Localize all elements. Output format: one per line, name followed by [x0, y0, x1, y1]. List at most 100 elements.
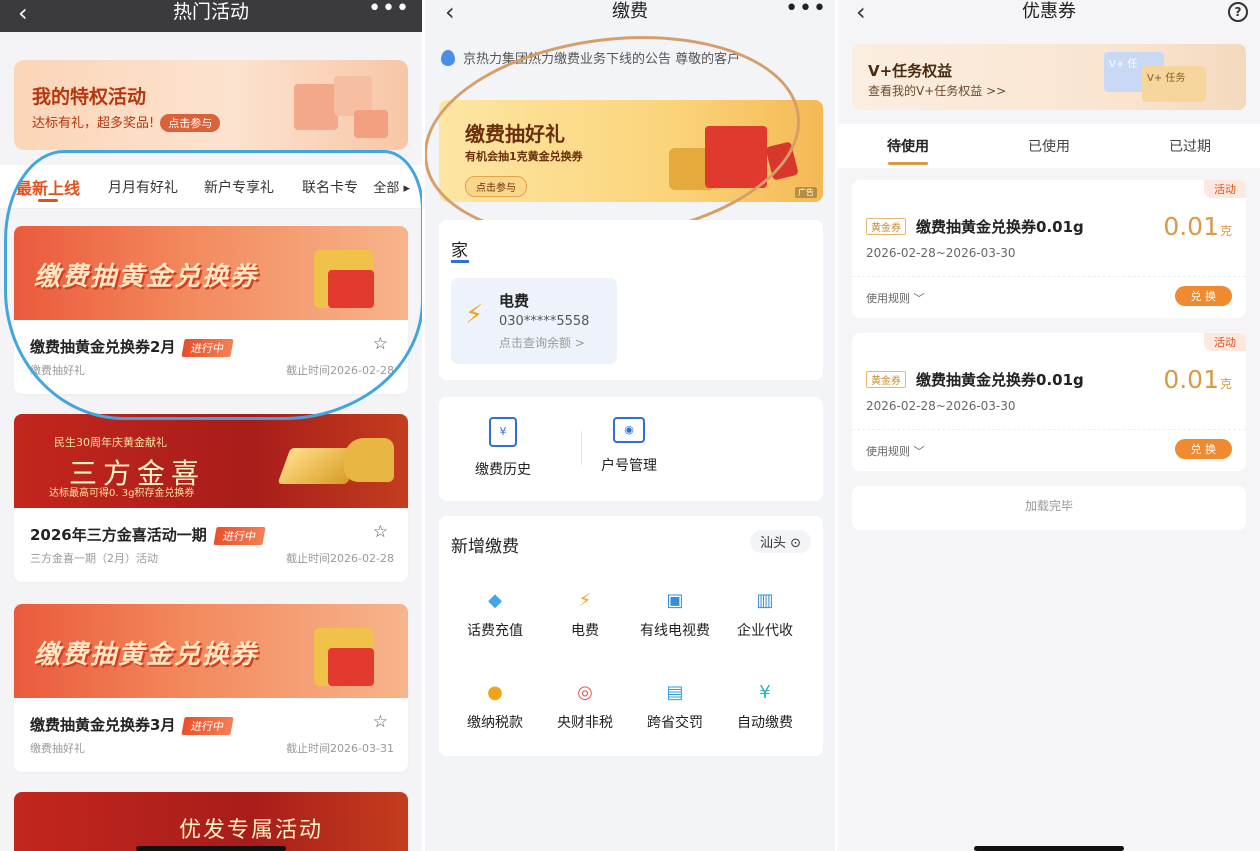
- account-manage-label: 户号管理: [601, 458, 657, 474]
- usage-rules-toggle[interactable]: 使用规则 ﹀: [866, 290, 925, 306]
- favorite-star-icon[interactable]: ☆: [373, 712, 388, 732]
- banner-top-text: 民生30周年庆黄金献礼: [54, 436, 167, 449]
- activity-name-text: 缴费抽黄金兑换券3月: [30, 716, 176, 734]
- dashed-divider: [852, 276, 1246, 277]
- tab-latest[interactable]: 最新上线: [16, 175, 80, 199]
- join-button[interactable]: 点击参与: [160, 114, 221, 132]
- redeem-button[interactable]: 兑 换: [1174, 286, 1232, 306]
- notice-bar[interactable]: 京热力集团热力缴费业务下线的公告 尊敬的客户: [441, 48, 831, 72]
- favorite-star-icon[interactable]: ☆: [373, 334, 388, 354]
- query-balance-link[interactable]: 点击查询余额 >: [499, 334, 585, 351]
- activity-card[interactable]: 缴费抽黄金兑换券 缴费抽黄金兑换券3月 进行中 ☆ 缴费抽好礼 截止时间2026-…: [14, 604, 408, 772]
- tab-monthly-gift[interactable]: 月月有好礼: [108, 177, 178, 197]
- tab-new-user-gift[interactable]: 新户专享礼: [204, 177, 274, 197]
- service-label: 央财非税: [557, 715, 613, 731]
- coupon-card: 活动 黄金券 缴费抽黄金兑换券0.01g 2026-02-28~2026-03-…: [852, 180, 1246, 318]
- tab-unused[interactable]: 待使用: [838, 136, 978, 156]
- auto-pay-icon: ¥: [759, 682, 771, 703]
- seal-icon: ◎: [577, 682, 593, 703]
- page-title: 缴费: [612, 1, 648, 22]
- load-complete-text: 加载完毕: [852, 486, 1246, 530]
- service-cross-province-fine[interactable]: ▤ 跨省交罚: [627, 682, 723, 732]
- vplus-benefits-banner[interactable]: V+任务权益 查看我的V+任务权益 >> V+ 任 V+ 任务: [852, 44, 1246, 110]
- favorite-star-icon[interactable]: ☆: [373, 522, 388, 542]
- more-icon[interactable]: •••: [785, 0, 827, 21]
- tab-underline: [888, 162, 928, 165]
- coupon-amount-unit: 克: [1219, 224, 1232, 238]
- coupons-screen: ‹ 优惠券 ? V+任务权益 查看我的V+任务权益 >> V+ 任 V+ 任务 …: [838, 0, 1260, 851]
- banner-big-text: 优发专属活动: [179, 818, 324, 843]
- payment-screen: ‹ 缴费 ••• 京热力集团热力缴费业务下线的公告 尊敬的客户 缴费抽好礼 有机…: [425, 0, 835, 851]
- traffic-fine-icon: ▤: [666, 682, 684, 703]
- more-icon[interactable]: •••: [368, 0, 410, 21]
- electric-account-card[interactable]: ⚡ 电费 030*****5558 点击查询余额 >: [451, 278, 617, 364]
- home-accounts-card: 家 ⚡ 电费 030*****5558 点击查询余额 >: [439, 220, 823, 380]
- coupon-period: 2026-02-28~2026-03-30: [866, 246, 1016, 260]
- service-phone-recharge[interactable]: ◆ 话费充值: [447, 590, 543, 640]
- account-manage-button[interactable]: ◉ 户号管理: [579, 417, 679, 475]
- service-cable-tv[interactable]: ▣ 有线电视费: [627, 590, 723, 640]
- add-payment-title: 新增缴费: [451, 537, 519, 557]
- history-card: ¥ 缴费历史 ◉ 户号管理: [439, 397, 823, 501]
- coupon-amount: 0.01克: [1163, 212, 1232, 241]
- join-button[interactable]: 点击参与: [465, 176, 527, 197]
- activity-name: 2026年三方金喜活动一期 进行中: [30, 524, 266, 545]
- service-central-nontax[interactable]: ◎ 央财非税: [537, 682, 633, 732]
- lottery-banner[interactable]: 缴费抽好礼 有机会抽1克黄金兑换券 点击参与 广告: [439, 100, 823, 202]
- city-selector[interactable]: 汕头 ⊙: [749, 530, 811, 553]
- gold-coupon-tag: 黄金券: [866, 371, 906, 388]
- activity-card[interactable]: 民生30周年庆黄金献礼 三方金喜 达标最高可得0. 3g积存金兑换券 2026年…: [14, 414, 408, 582]
- usage-rules-toggle[interactable]: 使用规则 ﹀: [866, 443, 925, 459]
- tab-used[interactable]: 已使用: [979, 136, 1119, 156]
- service-label: 企业代收: [737, 623, 793, 639]
- bill-history-button[interactable]: ¥ 缴费历史: [453, 417, 553, 479]
- add-payment-card: 新增缴费 汕头 ⊙ ◆ 话费充值 ⚡ 电费 ▣ 有线电视费 ▥ 企业代收 ● 缴纳税款 ◎…: [439, 516, 823, 756]
- page-title: 优惠券: [1022, 1, 1076, 22]
- activity-card[interactable]: 优发专属活动: [14, 792, 408, 851]
- home-label: 家: [451, 241, 468, 261]
- activity-deadline: 截止时间2026-02-28: [286, 364, 394, 377]
- privilege-subtitle-text: 达标有礼，超多奖品!: [32, 116, 155, 131]
- tab-expired[interactable]: 已过期: [1120, 136, 1260, 156]
- coupon-tabs: 待使用 已使用 已过期: [838, 124, 1260, 168]
- service-electricity[interactable]: ⚡ 电费: [537, 590, 633, 640]
- help-icon[interactable]: ?: [1228, 2, 1248, 22]
- nav-bar: ‹ 热门活动 •••: [0, 0, 422, 32]
- tv-icon: ▣: [666, 590, 684, 611]
- account-manage-icon: ◉: [613, 417, 645, 443]
- activity-name: 缴费抽黄金兑换券2月 进行中: [30, 336, 235, 357]
- status-badge: 进行中: [213, 527, 266, 545]
- page-title: 热门活动: [172, 1, 249, 23]
- gift-box-icon: [328, 648, 374, 686]
- tab-cobrand-card[interactable]: 联名卡专: [302, 177, 358, 197]
- home-indicator: [136, 846, 286, 851]
- banner-text: 缴费抽黄金兑换券: [34, 262, 259, 292]
- tab-underline: [38, 199, 58, 202]
- lightning-icon: ⚡: [465, 300, 484, 330]
- coupon-name: 缴费抽黄金兑换券0.01g: [916, 371, 1084, 389]
- banner-text: 缴费抽黄金兑换券: [34, 640, 259, 670]
- service-enterprise-collection[interactable]: ▥ 企业代收: [717, 590, 813, 640]
- all-categories-button[interactable]: 全部 ▸: [369, 177, 410, 196]
- service-tax-payment[interactable]: ● 缴纳税款: [447, 682, 543, 732]
- dashed-divider: [852, 429, 1246, 430]
- activity-desc: 三方金喜一期（2月）活动: [30, 552, 158, 565]
- lottery-subtitle: 有机会抽1克黄金兑换券: [465, 150, 583, 163]
- nav-bar: ‹ 优惠券 ?: [838, 0, 1260, 30]
- coupon-period: 2026-02-28~2026-03-30: [866, 399, 1016, 413]
- tax-icon: ●: [487, 682, 503, 703]
- category-tabs: 最新上线 月月有好礼 新户专享礼 联名卡专 全部 ▸: [0, 165, 422, 209]
- bill-history-icon: ¥: [489, 417, 517, 447]
- service-auto-pay[interactable]: ¥ 自动缴费: [717, 682, 813, 732]
- gift-box-icon: [328, 270, 374, 308]
- notice-icon: [441, 50, 455, 66]
- activity-name: 缴费抽黄金兑换券3月 进行中: [30, 714, 235, 735]
- activity-deadline: 截止时间2026-03-31: [286, 742, 394, 755]
- activity-desc: 缴费抽好礼: [30, 364, 85, 377]
- activity-tag: 活动: [1204, 333, 1246, 351]
- activity-card[interactable]: 缴费抽黄金兑换券 缴费抽黄金兑换券2月 进行中 ☆ 缴费抽好礼 截止时间2026-…: [14, 226, 408, 394]
- vplus-subtitle[interactable]: 查看我的V+任务权益 >>: [868, 82, 1006, 99]
- privilege-banner[interactable]: 我的特权活动 达标有礼，超多奖品! 点击参与: [14, 60, 408, 150]
- privilege-title: 我的特权活动: [32, 86, 147, 108]
- redeem-button[interactable]: 兑 换: [1174, 439, 1232, 459]
